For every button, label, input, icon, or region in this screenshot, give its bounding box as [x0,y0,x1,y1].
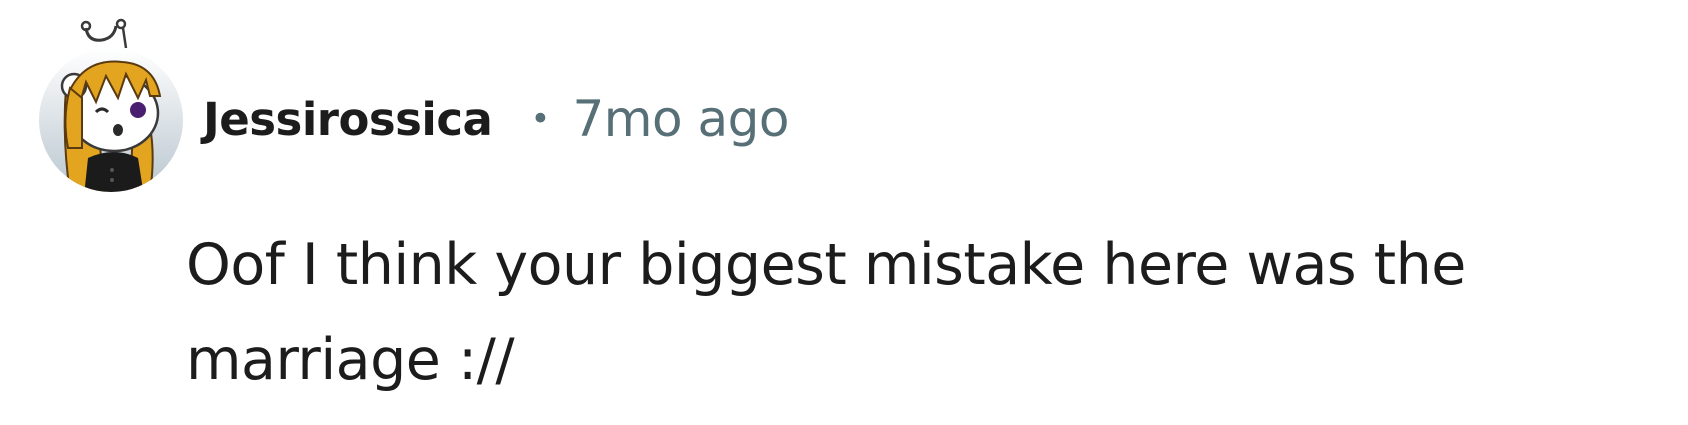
user-avatar-icon[interactable] [26,18,196,193]
comment: Jessirossica • 7mo ago Oof I think your … [0,0,1688,425]
comment-body: Oof I think your biggest mistake here wa… [186,232,1466,393]
timestamp[interactable]: 7mo ago [572,90,789,148]
username-link[interactable]: Jessirossica [203,93,493,146]
separator-dot: • [530,99,551,139]
comment-header: Jessirossica • 7mo ago [203,84,789,154]
